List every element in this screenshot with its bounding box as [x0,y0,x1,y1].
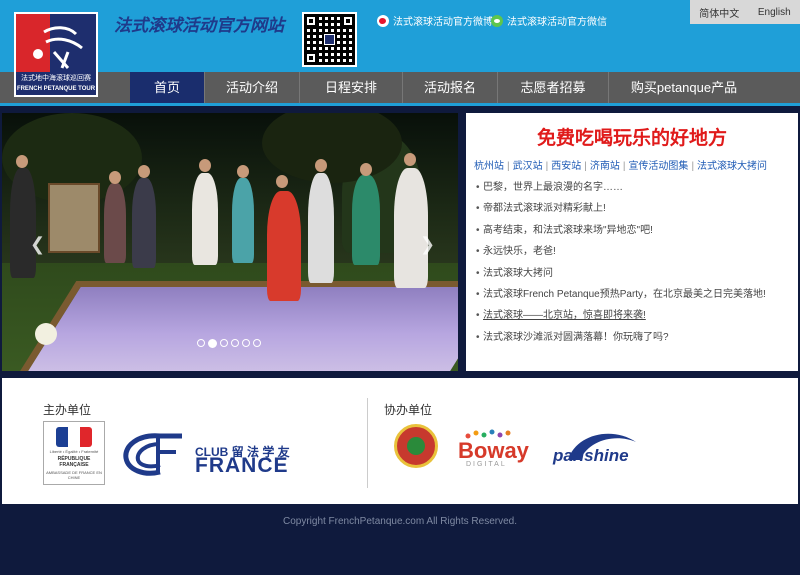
carousel-next-arrow[interactable]: ❯ [420,235,436,253]
wechat-qr-code [302,12,357,67]
nav-item-shop[interactable]: 购买petanque产品 [609,72,759,103]
carousel-dot[interactable] [231,339,239,347]
news-item[interactable]: 帝都法式滚球派对精彩献上! [476,198,792,219]
logo-text-en: FRENCH PETANQUE TOUR [16,86,96,92]
easel-board [48,183,100,253]
carousel-dot[interactable] [220,339,228,347]
station-links: 杭州站 | 武汉站 | 西安站 | 济南站 | 宣传活动图集 | 法式滚球大拷问 [474,161,768,172]
carousel-prev-arrow[interactable]: ❮ [30,235,46,253]
nav-item-home[interactable]: 首页 [130,72,204,103]
wechat-icon [491,14,503,27]
quiz-link[interactable]: 法式滚球大拷问 [697,161,767,172]
ambassade-motto: Liberté • Égalité • Fraternité [49,449,99,454]
copyright-text: Copyright FrenchPetanque.com All Rights … [282,516,517,527]
site-title: 法式滚球活动官方网站 [114,16,284,35]
nav-item-volunteer[interactable]: 志愿者招募 [498,72,608,103]
lang-chinese-link[interactable]: 简体中文 [699,5,739,20]
lang-english-link[interactable]: English [758,7,791,18]
carousel-dot[interactable] [242,339,250,347]
marianne-flag-icon [56,427,92,447]
ambassade-republic: RÉPUBLIQUE FRANÇAISE [57,456,91,468]
news-item-hovered[interactable]: 法式滚球——北京站，惊喜即将来袭! [476,305,792,326]
logo-text-cn: 法式地中海滚球巡回赛 [21,75,91,82]
carousel-dot-active[interactable] [208,339,217,348]
news-item[interactable]: 法式滚球沙滩派对圆满落幕！你玩嗨了吗? [476,327,792,348]
main-content: ❮ ❯ 免费吃喝玩乐的好地方 杭州站 | 武汉站 | 西安站 | 济南站 | 宣传活动图集 | 法式… [0,107,800,375]
petanque-court [7,281,458,371]
main-nav: 首页 活动介绍 日程安排 活动报名 志愿者招募 购买petanque产品 [0,72,800,106]
weibo-icon [377,14,389,27]
news-item[interactable]: 法式滚球French Petanque预热Party，在北京最美之日完美落地! [476,284,792,305]
site-header: 法式地中海滚球巡回赛 FRENCH PETANQUE TOUR 法式滚球活动官方… [0,0,800,97]
gallery-link[interactable]: 宣传活动图集 [628,161,688,172]
bowls-association-emblem-icon[interactable] [394,424,438,468]
news-item[interactable]: 永远快乐，老爸! [476,241,792,262]
club-france-france-text: FRANCE [195,454,289,477]
ambassade-logo[interactable]: Liberté • Égalité • Fraternité RÉPUBLIQU… [43,421,105,485]
news-list: 巴黎，世界上最浪漫的名字…… 帝都法式滚球派对精彩献上! 高考结束，和法式滚球来… [476,177,792,348]
sponsors-divider [367,398,368,488]
nav-item-register[interactable]: 活动报名 [403,72,497,103]
site-footer: Copyright FrenchPetanque.com All Rights … [0,504,800,575]
boway-sub: DIGITAL [466,461,507,468]
station-link-xian[interactable]: 西安站 [551,161,581,172]
nav-item-schedule[interactable]: 日程安排 [300,72,402,103]
petanque-player-icon [33,26,83,69]
panel-title: 免费吃喝玩乐的好地方 [536,128,727,149]
news-item[interactable]: 法式滚球大拷问 [476,263,792,284]
photo-carousel[interactable]: ❮ ❯ [2,113,458,371]
station-link-hangzhou[interactable]: 杭州站 [474,161,504,172]
host-title: 主办单位 [43,403,92,417]
site-logo[interactable]: 法式地中海滚球巡回赛 FRENCH PETANQUE TOUR [14,12,98,97]
news-item[interactable]: 高考结束，和法式滚球来场"异地恋"吧! [476,220,792,241]
news-item[interactable]: 巴黎，世界上最浪漫的名字…… [476,177,792,198]
club-france-emblem-icon [123,433,182,476]
weibo-label: 法式滚球活动官方微博 [393,17,493,28]
station-link-jinan[interactable]: 济南站 [590,161,620,172]
weibo-link[interactable]: 法式滚球活动官方微博 [377,13,493,28]
language-switcher: 简体中文 English [690,0,800,24]
carousel-dot[interactable] [253,339,261,347]
sponsors-section: 主办单位 协办单位 Liberté • Égalité • Fraternité… [2,378,798,504]
wechat-label: 法式滚球活动官方微信 [507,17,607,28]
carousel-dot[interactable] [197,339,205,347]
wechat-link[interactable]: 法式滚球活动官方微信 [491,13,607,28]
qr-center-logo [324,34,335,45]
ambassade-name: AMBASSADE DE FRANCE EN CHINE [46,470,102,480]
co-host-title: 协办单位 [384,403,433,417]
station-link-wuhan[interactable]: 武汉站 [513,161,543,172]
news-panel: 免费吃喝玩乐的好地方 杭州站 | 武汉站 | 西安站 | 济南站 | 宣传活动图集 | 法式滚球大拷… [466,113,798,371]
parishine-logo[interactable]: parishine [553,446,629,466]
carousel-dots [197,339,261,348]
nav-item-about[interactable]: 活动介绍 [205,72,299,103]
